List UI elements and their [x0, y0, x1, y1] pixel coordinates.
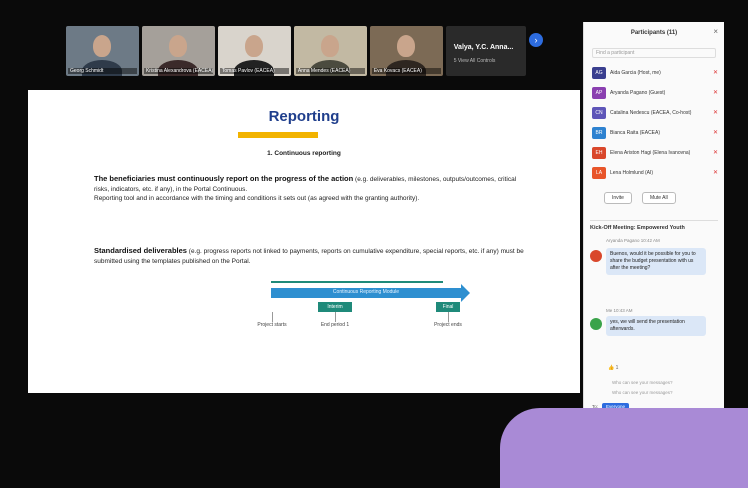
- video-tile[interactable]: Eva Kovacs (EACEA): [369, 26, 443, 76]
- participant-name: Lena Holmlund (AI): [610, 170, 654, 176]
- video-tile-name: Eva Kovacs (EACEA): [371, 68, 441, 74]
- video-tile-name: Tomas Pavlov (EACEA): [219, 68, 289, 74]
- participant-search-input[interactable]: Find a participant: [592, 48, 716, 58]
- participant-list: AG Aida Garcia (Host, me) ✕ AP Aryanda Paga…: [592, 64, 720, 184]
- participant-row[interactable]: BR Bianca Raita (EACEA) ✕: [592, 124, 720, 144]
- participant-name: Catalina Nedescu (EACEA, Co-host): [610, 110, 692, 116]
- close-icon[interactable]: ×: [713, 27, 718, 36]
- mic-muted-icon[interactable]: ✕: [713, 109, 718, 116]
- chat-message: yes, we will send the presentation after…: [606, 316, 706, 336]
- diagram-marker: [448, 312, 449, 322]
- mic-muted-icon[interactable]: ✕: [713, 169, 718, 176]
- slide-paragraph-1: The beneficiaries must continuously repo…: [94, 174, 524, 204]
- slide-paragraph-2: Standardised deliverables (e.g. progress…: [94, 246, 524, 266]
- participant-name: Aida Garcia (Host, me): [610, 70, 661, 76]
- diagram-bar: Continuous Reporting Module: [271, 288, 461, 298]
- diagram-label-start: Project starts: [257, 322, 287, 328]
- diagram-arrow-head: [461, 284, 470, 302]
- reaction-badge[interactable]: 👍 1: [608, 365, 618, 371]
- p2-bold: Standardised deliverables: [94, 246, 187, 255]
- participant-row[interactable]: CN Catalina Nedescu (EACEA, Co-host) ✕: [592, 104, 720, 124]
- diagram-marker: [335, 312, 336, 322]
- video-tile[interactable]: Tomas Pavlov (EACEA): [217, 26, 291, 76]
- chat-message: Buenos, would it be possible for you to …: [606, 248, 706, 275]
- video-tile[interactable]: Anna Mendes (EACEA): [293, 26, 367, 76]
- participant-actions: Invite Mute All: [604, 192, 676, 204]
- participant-row[interactable]: AP Aryanda Pagano (Guest) ✕: [592, 84, 720, 104]
- participant-name: Aryanda Pagano (Guest): [610, 90, 666, 96]
- video-tile-name: Georg Schmidt: [68, 68, 137, 74]
- avatar: [590, 250, 602, 262]
- participant-row[interactable]: LA Lena Holmlund (AI) ✕: [592, 164, 720, 184]
- chat-message-meta: Aryanda Pagano 10:42 AM: [606, 238, 660, 243]
- diagram-tag-interim: Interim: [318, 302, 352, 312]
- diagram-tag-final: Final: [436, 302, 460, 312]
- mic-muted-icon[interactable]: ✕: [713, 69, 718, 76]
- mic-muted-icon[interactable]: ✕: [713, 89, 718, 96]
- participant-head: [245, 35, 264, 57]
- mic-muted-icon[interactable]: ✕: [713, 129, 718, 136]
- avatar: AP: [592, 87, 606, 99]
- more-participants-tile[interactable]: Valya, Y.C. Anna... 5 View All Controls: [445, 26, 527, 76]
- video-strip: Georg Schmidt Kristina Alexandrova (EACE…: [66, 26, 527, 76]
- decorative-shape: [500, 408, 748, 488]
- more-participants-sub: 5 View All Controls: [453, 58, 496, 64]
- avatar: [590, 318, 602, 330]
- avatar: BR: [592, 127, 606, 139]
- participant-name: Bianca Raita (EACEA): [610, 130, 661, 136]
- shared-slide: Reporting 1. Continuous reporting The be…: [28, 90, 580, 393]
- p1-bold: The beneficiaries must continuously repo…: [94, 174, 354, 183]
- chat-message-meta: Me 10:43 AM: [606, 308, 633, 313]
- side-panel: Participants (11) × Find a participant A…: [583, 22, 724, 414]
- participant-row[interactable]: AG Aida Garcia (Host, me) ✕: [592, 64, 720, 84]
- video-tile[interactable]: Kristina Alexandrova (EACEA): [141, 26, 215, 76]
- diagram-bar-text: Continuous Reporting Module: [332, 289, 400, 295]
- chat-privacy-link[interactable]: Who can see your messages?: [612, 390, 673, 395]
- title-underline: [238, 132, 318, 138]
- next-page-icon[interactable]: ›: [529, 33, 543, 47]
- diagram-top-line: [271, 281, 443, 283]
- participant-head: [93, 35, 112, 57]
- avatar: CN: [592, 107, 606, 119]
- mic-muted-icon[interactable]: ✕: [713, 149, 718, 156]
- participant-head: [397, 35, 416, 57]
- slide-title: Reporting: [268, 108, 340, 125]
- more-participants-name: Valya, Y.C. Anna...: [453, 44, 514, 51]
- participant-row[interactable]: EH Elena Ariston Hagi (Elena Ivanovna) ✕: [592, 144, 720, 164]
- diagram-label-period: End period 1: [320, 322, 350, 328]
- participants-header: Participants (11): [630, 30, 678, 36]
- chat-header: Kick-Off Meeting: Empowered Youth: [590, 220, 718, 231]
- video-tile-name: Anna Mendes (EACEA): [295, 68, 365, 74]
- video-tile[interactable]: Georg Schmidt: [66, 26, 139, 76]
- chat-privacy-note: Who can see your messages?: [612, 380, 673, 385]
- diagram-marker: [272, 312, 273, 322]
- video-tile-name: Kristina Alexandrova (EACEA): [143, 68, 213, 74]
- invite-button[interactable]: Invite: [604, 192, 632, 204]
- slide-section-heading: 1. Continuous reporting: [267, 150, 341, 157]
- avatar: EH: [592, 147, 606, 159]
- p1-line2: Reporting tool and in accordance with th…: [94, 195, 420, 202]
- participant-name: Elena Ariston Hagi (Elena Ivanovna): [610, 150, 691, 156]
- avatar: LA: [592, 167, 606, 179]
- diagram-label-end: Project ends: [434, 322, 462, 328]
- avatar: AG: [592, 67, 606, 79]
- participant-head: [321, 35, 340, 57]
- mute-all-button[interactable]: Mute All: [641, 192, 676, 204]
- participant-head: [169, 35, 188, 57]
